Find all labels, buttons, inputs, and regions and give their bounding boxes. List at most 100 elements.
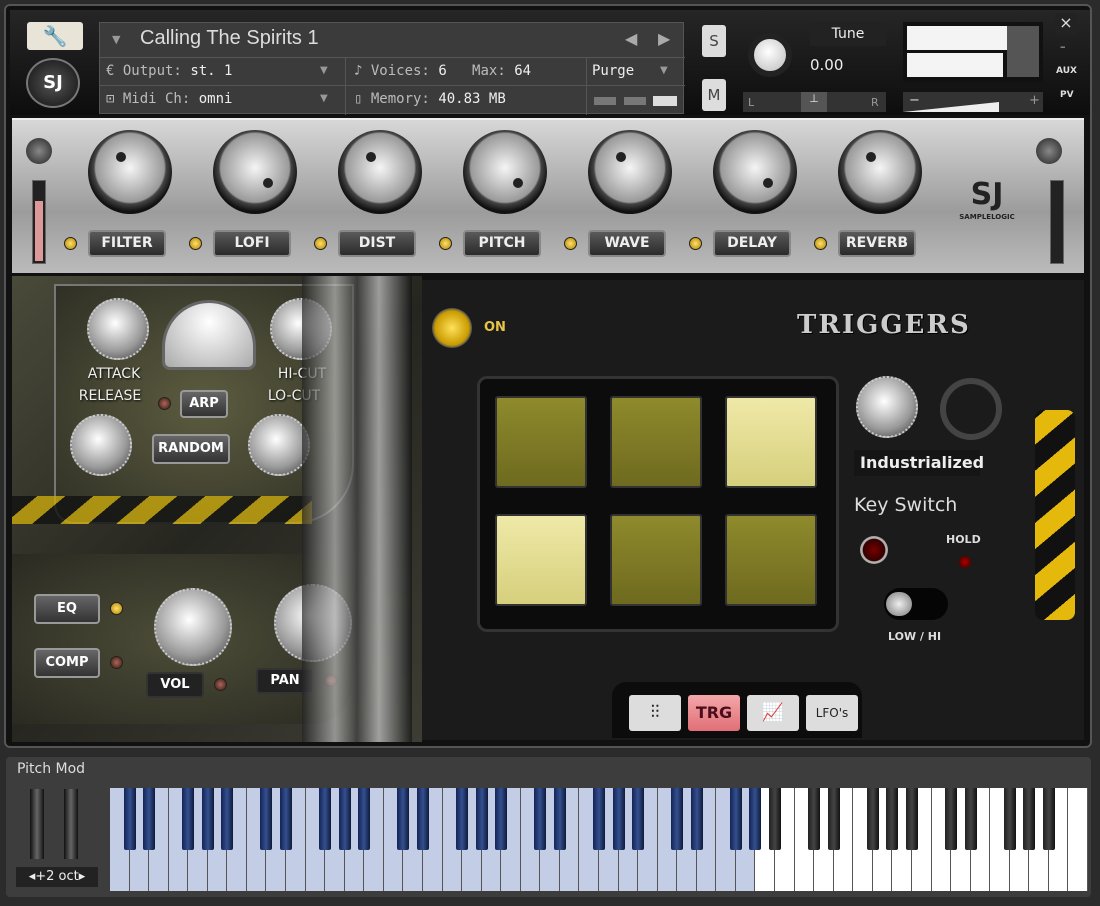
black-key[interactable] <box>1042 788 1055 850</box>
release-knob[interactable] <box>70 414 132 476</box>
triggers-on-button[interactable] <box>432 308 472 348</box>
black-key[interactable] <box>1003 788 1016 850</box>
black-key[interactable] <box>593 788 605 850</box>
fx-knob-wave[interactable] <box>588 130 672 214</box>
output-selector[interactable]: € Output: st. 1 <box>106 63 232 79</box>
output-dropdown-icon[interactable]: ▼ <box>320 65 328 76</box>
eq-button[interactable]: EQ <box>34 594 100 624</box>
fx-led-wave[interactable] <box>564 237 577 250</box>
black-key[interactable] <box>397 788 410 850</box>
black-key[interactable] <box>827 788 840 850</box>
fx-led-lofi[interactable] <box>189 237 202 250</box>
black-key[interactable] <box>632 788 645 850</box>
black-key[interactable] <box>612 788 625 850</box>
low-hi-toggle[interactable] <box>884 588 948 620</box>
fx-knob-filter[interactable] <box>88 130 172 214</box>
pv-button[interactable]: PV <box>1060 90 1074 100</box>
pan-slider[interactable]: L ⊥ R <box>743 92 886 112</box>
black-key[interactable] <box>945 788 958 850</box>
black-key[interactable] <box>964 788 977 850</box>
mod-wheel[interactable] <box>64 789 78 859</box>
black-key[interactable] <box>808 788 821 850</box>
piano-keyboard[interactable] <box>110 788 1088 891</box>
pitch-wheel[interactable] <box>30 789 44 859</box>
black-key[interactable] <box>671 788 684 850</box>
trigger-pad-3[interactable] <box>725 396 817 488</box>
next-icon[interactable]: ▶ <box>658 29 670 48</box>
fx-led-delay[interactable] <box>689 237 702 250</box>
octave-selector[interactable]: ◂+2 oct▸ <box>16 867 98 887</box>
fx-knob-dist[interactable] <box>338 130 422 214</box>
black-key[interactable] <box>749 788 762 850</box>
fx-led-reverb[interactable] <box>814 237 827 250</box>
volume-slider[interactable]: − + <box>903 92 1043 112</box>
black-key[interactable] <box>553 788 566 850</box>
comp-button[interactable]: COMP <box>34 648 100 678</box>
black-key[interactable] <box>123 788 136 850</box>
black-key[interactable] <box>319 788 332 850</box>
black-key[interactable] <box>475 788 488 850</box>
fx-button-wave[interactable]: WAVE <box>588 230 666 257</box>
pan-handle[interactable]: ⊥ <box>801 92 827 112</box>
black-key[interactable] <box>260 788 273 850</box>
trigger-pad-5[interactable] <box>610 514 702 606</box>
black-key[interactable] <box>866 788 879 850</box>
trigger-pad-1[interactable] <box>495 396 587 488</box>
fx-button-filter[interactable]: FILTER <box>88 230 166 257</box>
tune-value[interactable]: 0.00 <box>810 56 850 74</box>
tab-mixer[interactable]: ⫶⫶ <box>629 695 681 731</box>
black-key[interactable] <box>1023 788 1036 850</box>
fx-button-delay[interactable]: DELAY <box>713 230 791 257</box>
volume-knob[interactable] <box>154 588 232 666</box>
black-key[interactable] <box>729 788 742 850</box>
fx-knob-pitch[interactable] <box>463 130 547 214</box>
black-key[interactable] <box>769 788 782 850</box>
attack-knob[interactable] <box>87 298 149 360</box>
fx-led-dist[interactable] <box>314 237 327 250</box>
tune-knob[interactable] <box>748 33 792 77</box>
hold-led[interactable] <box>959 556 971 568</box>
fx-led-pitch[interactable] <box>439 237 452 250</box>
minimize-button[interactable]: – <box>1060 40 1066 53</box>
black-key[interactable] <box>201 788 214 850</box>
white-key[interactable] <box>1068 788 1088 891</box>
preset-name[interactable]: Industrialized <box>854 450 984 476</box>
black-key[interactable] <box>456 788 469 850</box>
wrench-icon[interactable]: 🔧 <box>27 22 83 50</box>
fx-knob-reverb[interactable] <box>838 130 922 214</box>
fx-button-pitch[interactable]: PITCH <box>463 230 541 257</box>
black-key[interactable] <box>690 788 703 850</box>
black-key[interactable] <box>905 788 918 850</box>
midi-dropdown-icon[interactable]: ▼ <box>320 93 328 104</box>
black-key[interactable] <box>416 788 429 850</box>
lo-cut-knob[interactable] <box>248 414 310 476</box>
trigger-pad-4[interactable] <box>495 514 587 606</box>
fx-button-reverb[interactable]: REVERB <box>838 230 916 257</box>
prev-icon[interactable]: ◀ <box>625 29 637 48</box>
aux-button[interactable]: AUX <box>1056 66 1077 76</box>
mute-button[interactable]: M <box>702 79 726 111</box>
midi-channel-selector[interactable]: ⊡ Midi Ch: omni <box>106 91 232 107</box>
arp-button[interactable]: ARP <box>180 390 228 418</box>
black-key[interactable] <box>221 788 234 850</box>
fx-button-lofi[interactable]: LOFI <box>213 230 291 257</box>
black-key[interactable] <box>280 788 293 850</box>
fx-button-dist[interactable]: DIST <box>338 230 416 257</box>
fx-knob-lofi[interactable] <box>213 130 297 214</box>
black-key[interactable] <box>534 788 547 850</box>
fx-led-filter[interactable] <box>64 237 77 250</box>
solo-button[interactable]: S <box>702 25 726 57</box>
key-switch-button[interactable] <box>860 536 888 564</box>
trigger-pad-6[interactable] <box>725 514 817 606</box>
black-key[interactable] <box>338 788 351 850</box>
instrument-name[interactable]: Calling The Spirits 1 <box>140 27 319 50</box>
black-key[interactable] <box>143 788 156 850</box>
random-button[interactable]: RANDOM <box>152 434 230 464</box>
black-key[interactable] <box>182 788 195 850</box>
fx-knob-delay[interactable] <box>713 130 797 214</box>
trigger-pad-2[interactable] <box>610 396 702 488</box>
purge-dropdown-icon[interactable]: ▼ <box>660 65 668 76</box>
tab-trg[interactable]: TRG <box>688 695 740 731</box>
tab-lfos[interactable]: LFO's <box>806 695 858 731</box>
tab-graph[interactable]: 📈 <box>747 695 799 731</box>
